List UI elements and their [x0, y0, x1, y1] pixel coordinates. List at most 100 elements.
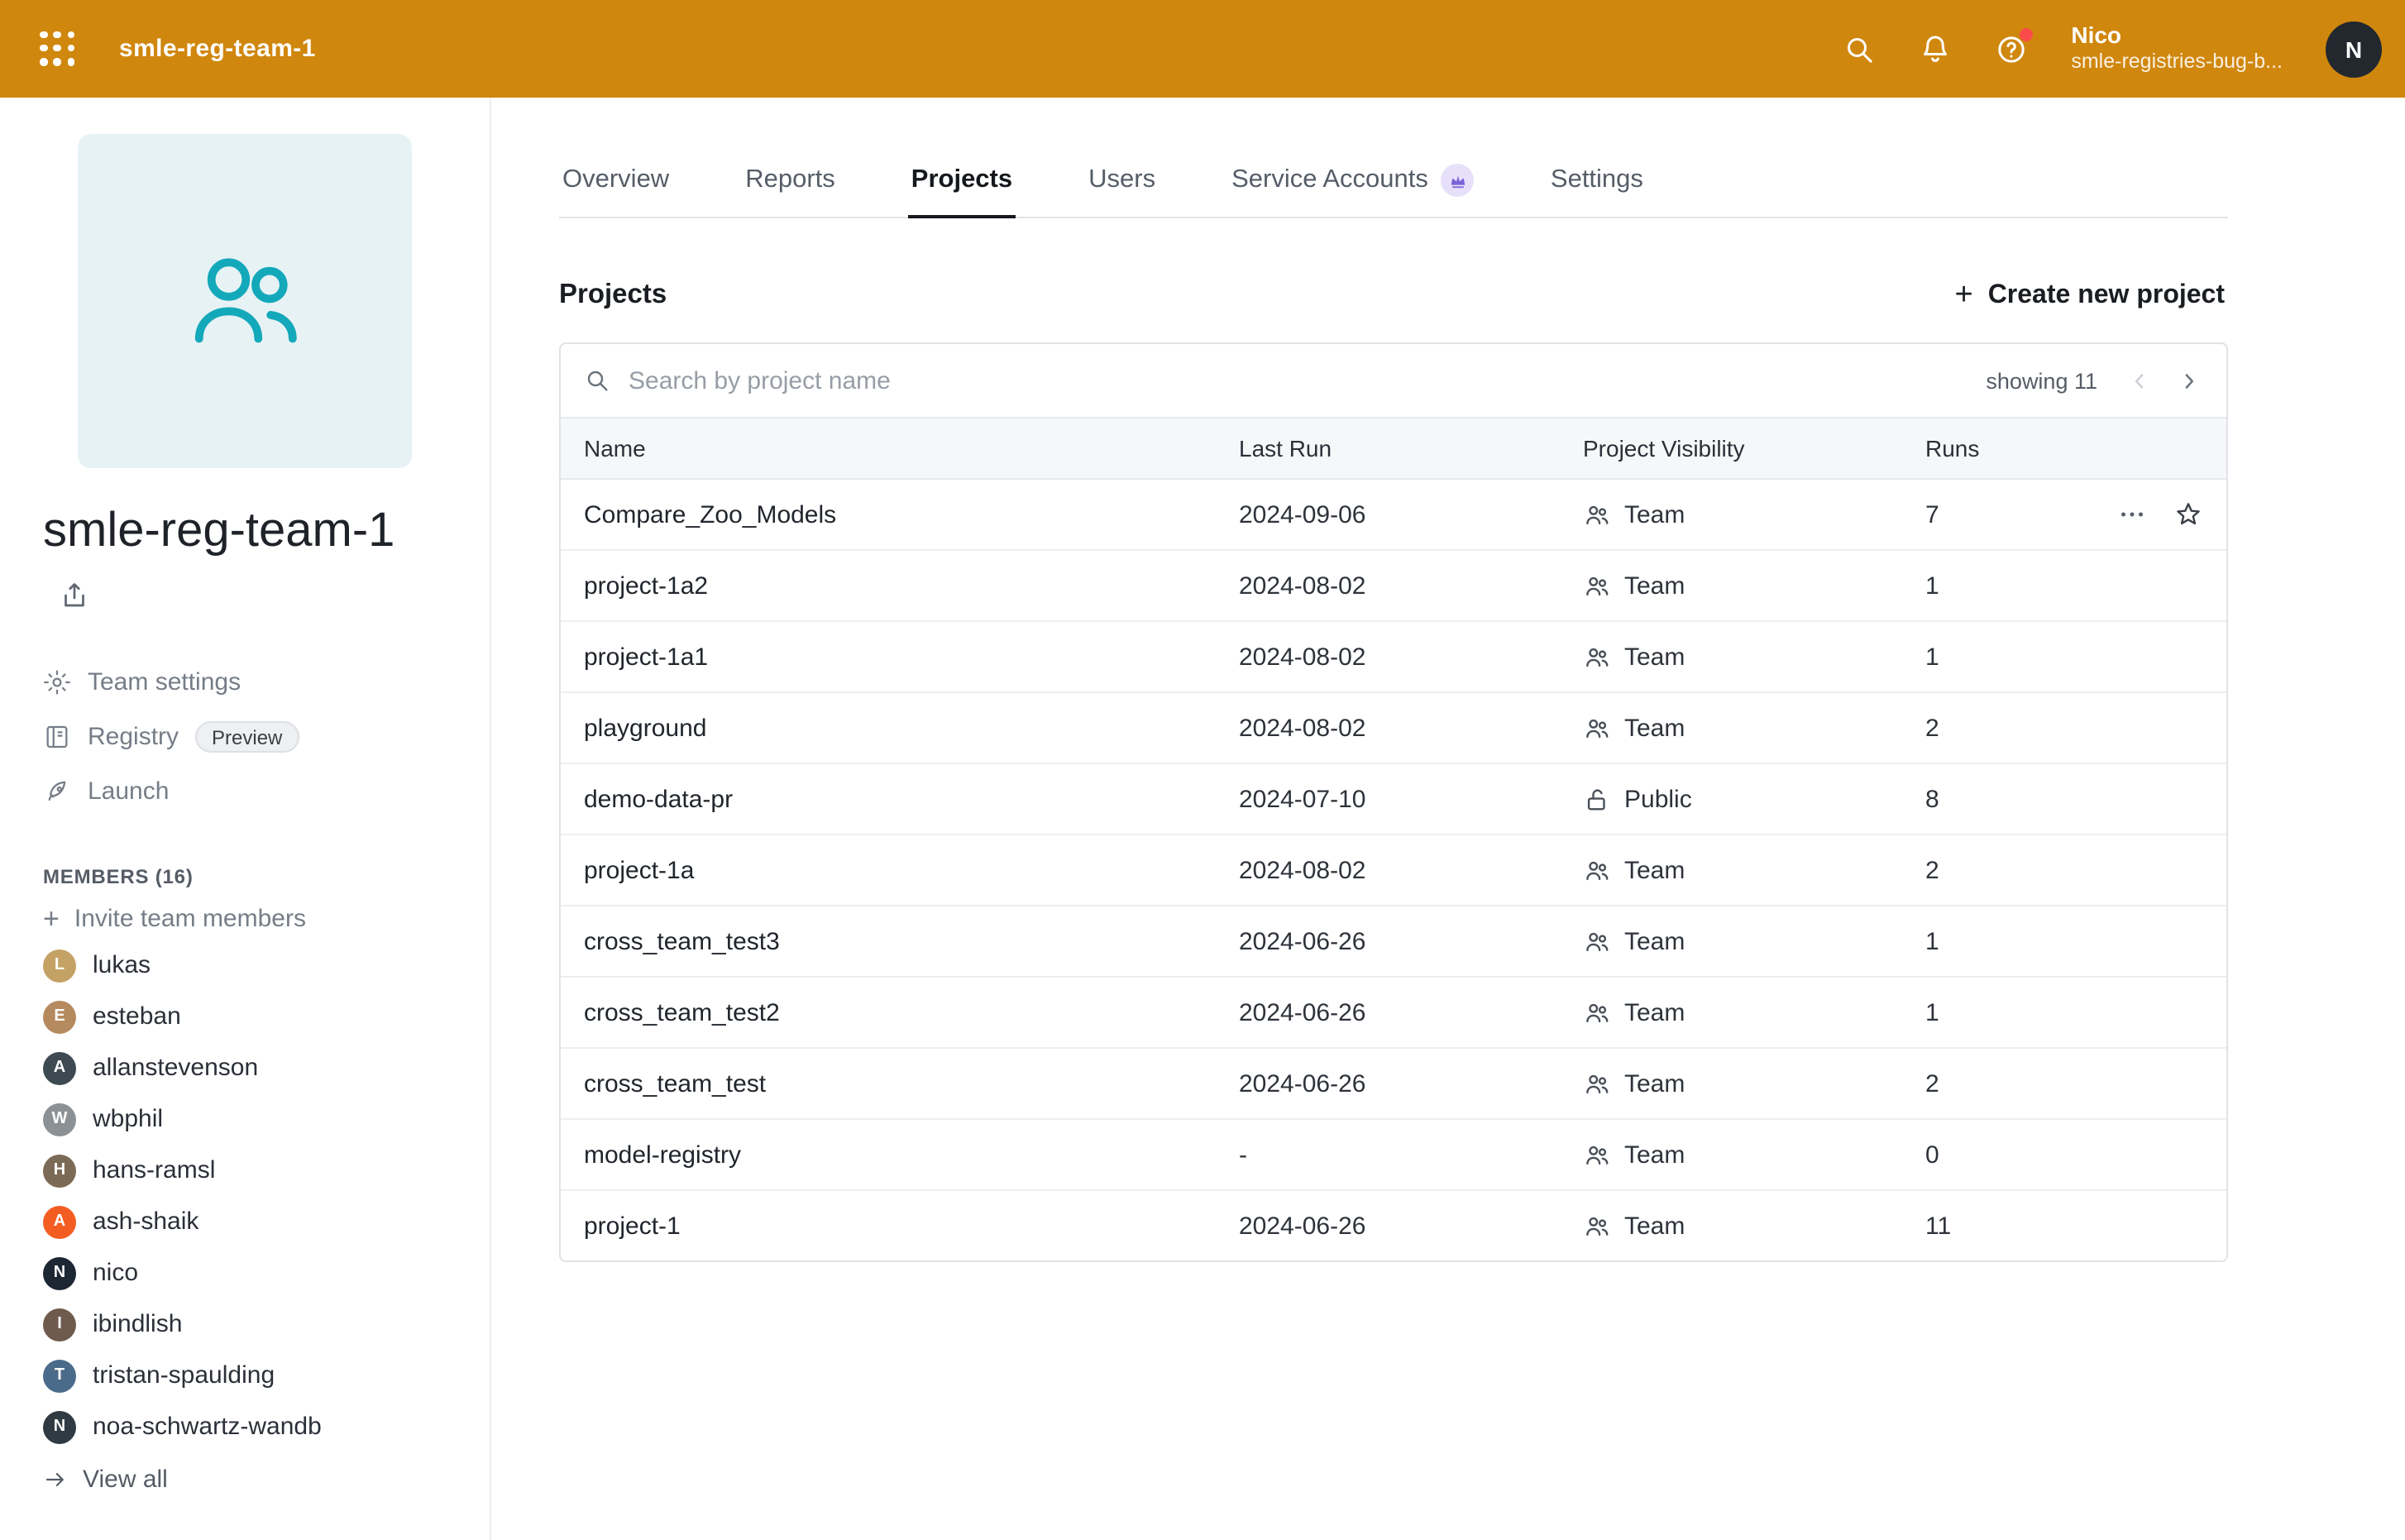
member-item[interactable]: N nico: [43, 1248, 490, 1299]
tab-overview[interactable]: Overview: [559, 142, 672, 218]
table-row[interactable]: demo-data-pr 2024-07-10 Public 8: [561, 763, 2226, 834]
table-row[interactable]: Compare_Zoo_Models 2024-09-06 Team 7: [561, 480, 2226, 549]
project-name[interactable]: model-registry: [584, 1141, 1239, 1169]
tab-projects[interactable]: Projects: [908, 142, 1016, 218]
project-runs: 2: [1925, 856, 2087, 884]
project-name[interactable]: Compare_Zoo_Models: [584, 500, 1239, 528]
member-item[interactable]: W wbphil: [43, 1094, 490, 1145]
members-section-header: MEMBERS (16): [43, 866, 490, 889]
project-name[interactable]: cross_team_test: [584, 1069, 1239, 1098]
table-row[interactable]: project-1a1 2024-08-02 Team 1: [561, 620, 2226, 691]
sidebar-item-team-settings[interactable]: Team settings: [43, 656, 490, 710]
star-icon[interactable]: [2173, 500, 2203, 529]
ellipsis-menu-icon[interactable]: [2117, 500, 2147, 529]
table-row[interactable]: playground 2024-08-02 Team 2: [561, 691, 2226, 763]
team-icon: [1583, 572, 1611, 600]
rocket-icon: [43, 778, 71, 806]
table-row[interactable]: project-1a2 2024-08-02 Team 1: [561, 549, 2226, 620]
projects-card: showing 11 Name Last Run Project Visibil…: [559, 342, 2228, 1262]
project-search-input[interactable]: [625, 365, 1986, 396]
project-name[interactable]: project-1a: [584, 856, 1239, 884]
invite-team-members-button[interactable]: + Invite team members: [43, 906, 490, 934]
project-name[interactable]: project-1a2: [584, 572, 1239, 600]
column-header-visibility: Project Visibility: [1583, 435, 1925, 462]
project-runs: 7: [1925, 500, 2087, 528]
table-body: Compare_Zoo_Models 2024-09-06 Team 7 pro…: [561, 480, 2226, 1260]
team-icon: [1583, 1069, 1611, 1098]
create-new-project-button[interactable]: + Create new project: [1951, 273, 2228, 318]
user-avatar[interactable]: N: [2326, 21, 2382, 77]
team-members-icon: [180, 237, 309, 366]
row-actions: [2087, 500, 2203, 529]
main-content: Overview Reports Projects Users Service …: [491, 98, 2405, 1540]
tabs: Overview Reports Projects Users Service …: [559, 98, 2228, 218]
chevron-right-icon[interactable]: [2173, 366, 2203, 395]
chevron-left-icon[interactable]: [2124, 366, 2154, 395]
public-icon: [1583, 785, 1611, 813]
tab-service-accounts[interactable]: Service Accounts: [1228, 142, 1478, 218]
member-avatar: N: [43, 1411, 76, 1444]
view-all-link[interactable]: View all: [43, 1466, 490, 1495]
arrow-right-icon: [43, 1468, 68, 1493]
table-row[interactable]: cross_team_test3 2024-06-26 Team 1: [561, 905, 2226, 976]
project-visibility: Public: [1583, 785, 1925, 813]
project-runs: 1: [1925, 927, 2087, 955]
project-visibility: Team: [1583, 643, 1925, 671]
member-item[interactable]: T tristan-spaulding: [43, 1351, 490, 1402]
project-last-run: 2024-07-10: [1239, 785, 1583, 813]
member-item[interactable]: N noa-schwartz-wandb: [43, 1402, 490, 1453]
tab-settings[interactable]: Settings: [1547, 142, 1647, 218]
table-row[interactable]: cross_team_test2 2024-06-26 Team 1: [561, 976, 2226, 1047]
table-row[interactable]: cross_team_test 2024-06-26 Team 2: [561, 1047, 2226, 1118]
apps-grid-icon[interactable]: [40, 31, 76, 67]
member-name: tristan-spaulding: [93, 1362, 275, 1390]
project-name[interactable]: project-1: [584, 1212, 1239, 1240]
table-row[interactable]: project-1 2024-06-26 Team 11: [561, 1189, 2226, 1260]
share-icon[interactable]: [60, 580, 89, 610]
team-icon: [1583, 998, 1611, 1026]
member-name: allanstevenson: [93, 1055, 258, 1083]
member-avatar: A: [43, 1206, 76, 1239]
user-name: Nico: [2071, 22, 2283, 50]
column-header-name: Name: [584, 435, 1239, 462]
project-runs: 1: [1925, 998, 2087, 1026]
project-last-run: 2024-08-02: [1239, 643, 1583, 671]
project-name[interactable]: playground: [584, 714, 1239, 742]
member-item[interactable]: I ibindlish: [43, 1299, 490, 1351]
help-icon[interactable]: [1995, 32, 2028, 65]
project-visibility: Team: [1583, 1141, 1925, 1169]
tab-users[interactable]: Users: [1085, 142, 1159, 218]
search-icon[interactable]: [1843, 32, 1876, 65]
member-name: lukas: [93, 952, 151, 980]
project-visibility: Team: [1583, 500, 1925, 528]
plus-icon: +: [43, 906, 60, 934]
member-item[interactable]: H hans-ramsl: [43, 1145, 490, 1197]
team-icon: [1583, 643, 1611, 671]
sidebar-item-launch[interactable]: Launch: [43, 765, 490, 820]
member-item[interactable]: A ash-shaik: [43, 1197, 490, 1248]
member-item[interactable]: E esteban: [43, 992, 490, 1043]
project-runs: 2: [1925, 1069, 2087, 1098]
member-item[interactable]: A allanstevenson: [43, 1043, 490, 1094]
table-row[interactable]: project-1a 2024-08-02 Team 2: [561, 834, 2226, 905]
crown-icon: [1449, 171, 1467, 189]
project-name[interactable]: project-1a1: [584, 643, 1239, 671]
preview-badge: Preview: [195, 722, 299, 753]
project-name[interactable]: demo-data-pr: [584, 785, 1239, 813]
project-runs: 2: [1925, 714, 2087, 742]
table-row[interactable]: model-registry - Team 0: [561, 1118, 2226, 1189]
sidebar: smle-reg-team-1 Team settings Registry P…: [0, 98, 491, 1540]
member-avatar: N: [43, 1257, 76, 1290]
member-item[interactable]: L lukas: [43, 940, 490, 992]
bell-icon[interactable]: [1919, 32, 1952, 65]
sidebar-item-registry[interactable]: Registry Preview: [43, 710, 490, 765]
user-menu[interactable]: Nico smle-registries-bug-b...: [2071, 22, 2283, 76]
project-name[interactable]: cross_team_test3: [584, 927, 1239, 955]
project-last-run: -: [1239, 1141, 1583, 1169]
tab-reports[interactable]: Reports: [742, 142, 839, 218]
sidebar-item-label: Team settings: [88, 669, 241, 697]
crown-badge: [1442, 164, 1475, 197]
showing-count: showing 11: [1986, 368, 2097, 393]
project-runs: 1: [1925, 572, 2087, 600]
project-name[interactable]: cross_team_test2: [584, 998, 1239, 1026]
